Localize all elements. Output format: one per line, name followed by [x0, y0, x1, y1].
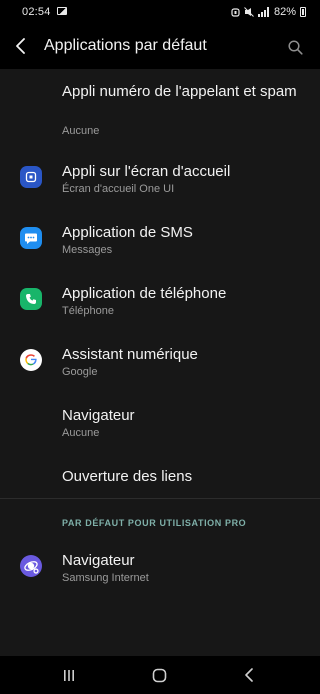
item-title: Navigateur	[62, 407, 135, 424]
battery-percentage: 82%	[273, 6, 296, 18]
google-icon	[20, 349, 42, 371]
list-item-phone[interactable]: Application de téléphone Téléphone	[0, 275, 320, 323]
item-title: Navigateur	[62, 552, 135, 569]
home-app-icon	[20, 166, 42, 188]
list-item-opening-links[interactable]: Ouverture des liens	[0, 457, 320, 497]
section-divider	[0, 498, 320, 499]
status-time: 02:54	[22, 6, 51, 18]
search-icon	[287, 39, 303, 55]
list-item-sms[interactable]: Application de SMS Messages	[0, 214, 320, 262]
item-subtitle: Samsung Internet	[62, 572, 149, 584]
item-subtitle: Google	[62, 366, 98, 378]
item-title: Application de SMS	[62, 224, 193, 241]
item-subtitle: Messages	[62, 244, 113, 256]
status-indicators: 82%	[231, 5, 306, 19]
default-apps-screen: 02:54 82% Applications par défaut Appli …	[0, 0, 320, 694]
home-button[interactable]	[148, 665, 170, 685]
list-item-caller-id-spam[interactable]: Appli numéro de l'appelant et spam Aucun…	[0, 79, 320, 139]
status-bar: 02:54 82%	[0, 0, 320, 24]
item-title: Ouverture des liens	[62, 468, 193, 485]
work-section-header: PAR DÉFAUT POUR UTILISATION PRO	[62, 518, 247, 528]
battery-icon	[300, 7, 306, 17]
signal-icon	[257, 7, 269, 17]
item-title: Assistant numérique	[62, 346, 198, 363]
search-button[interactable]	[284, 36, 306, 58]
item-title: Application de téléphone	[62, 285, 227, 302]
back-nav-icon	[245, 668, 253, 682]
phone-icon	[20, 288, 42, 310]
list-item-work-browser[interactable]: Navigateur Samsung Internet	[0, 542, 320, 590]
list-item-browser[interactable]: Navigateur Aucune	[0, 397, 320, 445]
list-item-digital-assistant[interactable]: Assistant numérique Google	[0, 336, 320, 384]
alarm-icon	[231, 8, 240, 17]
navigation-bar	[0, 656, 320, 694]
item-title: Appli sur l'écran d'accueil	[62, 163, 231, 180]
page-title: Applications par défaut	[44, 37, 207, 54]
samsung-internet-icon	[20, 555, 42, 577]
back-arrow-icon	[16, 38, 25, 54]
item-title: Appli numéro de l'appelant et spam	[62, 83, 297, 100]
list-item-home-screen[interactable]: Appli sur l'écran d'accueil Écran d'accu…	[0, 153, 320, 201]
app-bar: Applications par défaut	[0, 24, 320, 69]
recent-apps-icon	[64, 669, 74, 681]
item-subtitle: Téléphone	[62, 305, 114, 317]
back-nav-button[interactable]	[238, 665, 260, 685]
gallery-notification-icon	[57, 7, 67, 15]
back-button[interactable]	[10, 35, 32, 57]
item-subtitle: Aucune	[62, 125, 100, 137]
item-subtitle: Aucune	[62, 427, 100, 439]
mute-icon	[244, 7, 254, 17]
recent-apps-button[interactable]	[58, 665, 80, 685]
messages-icon	[20, 227, 42, 249]
home-icon	[152, 668, 166, 682]
item-subtitle: Écran d'accueil One UI	[62, 183, 175, 195]
